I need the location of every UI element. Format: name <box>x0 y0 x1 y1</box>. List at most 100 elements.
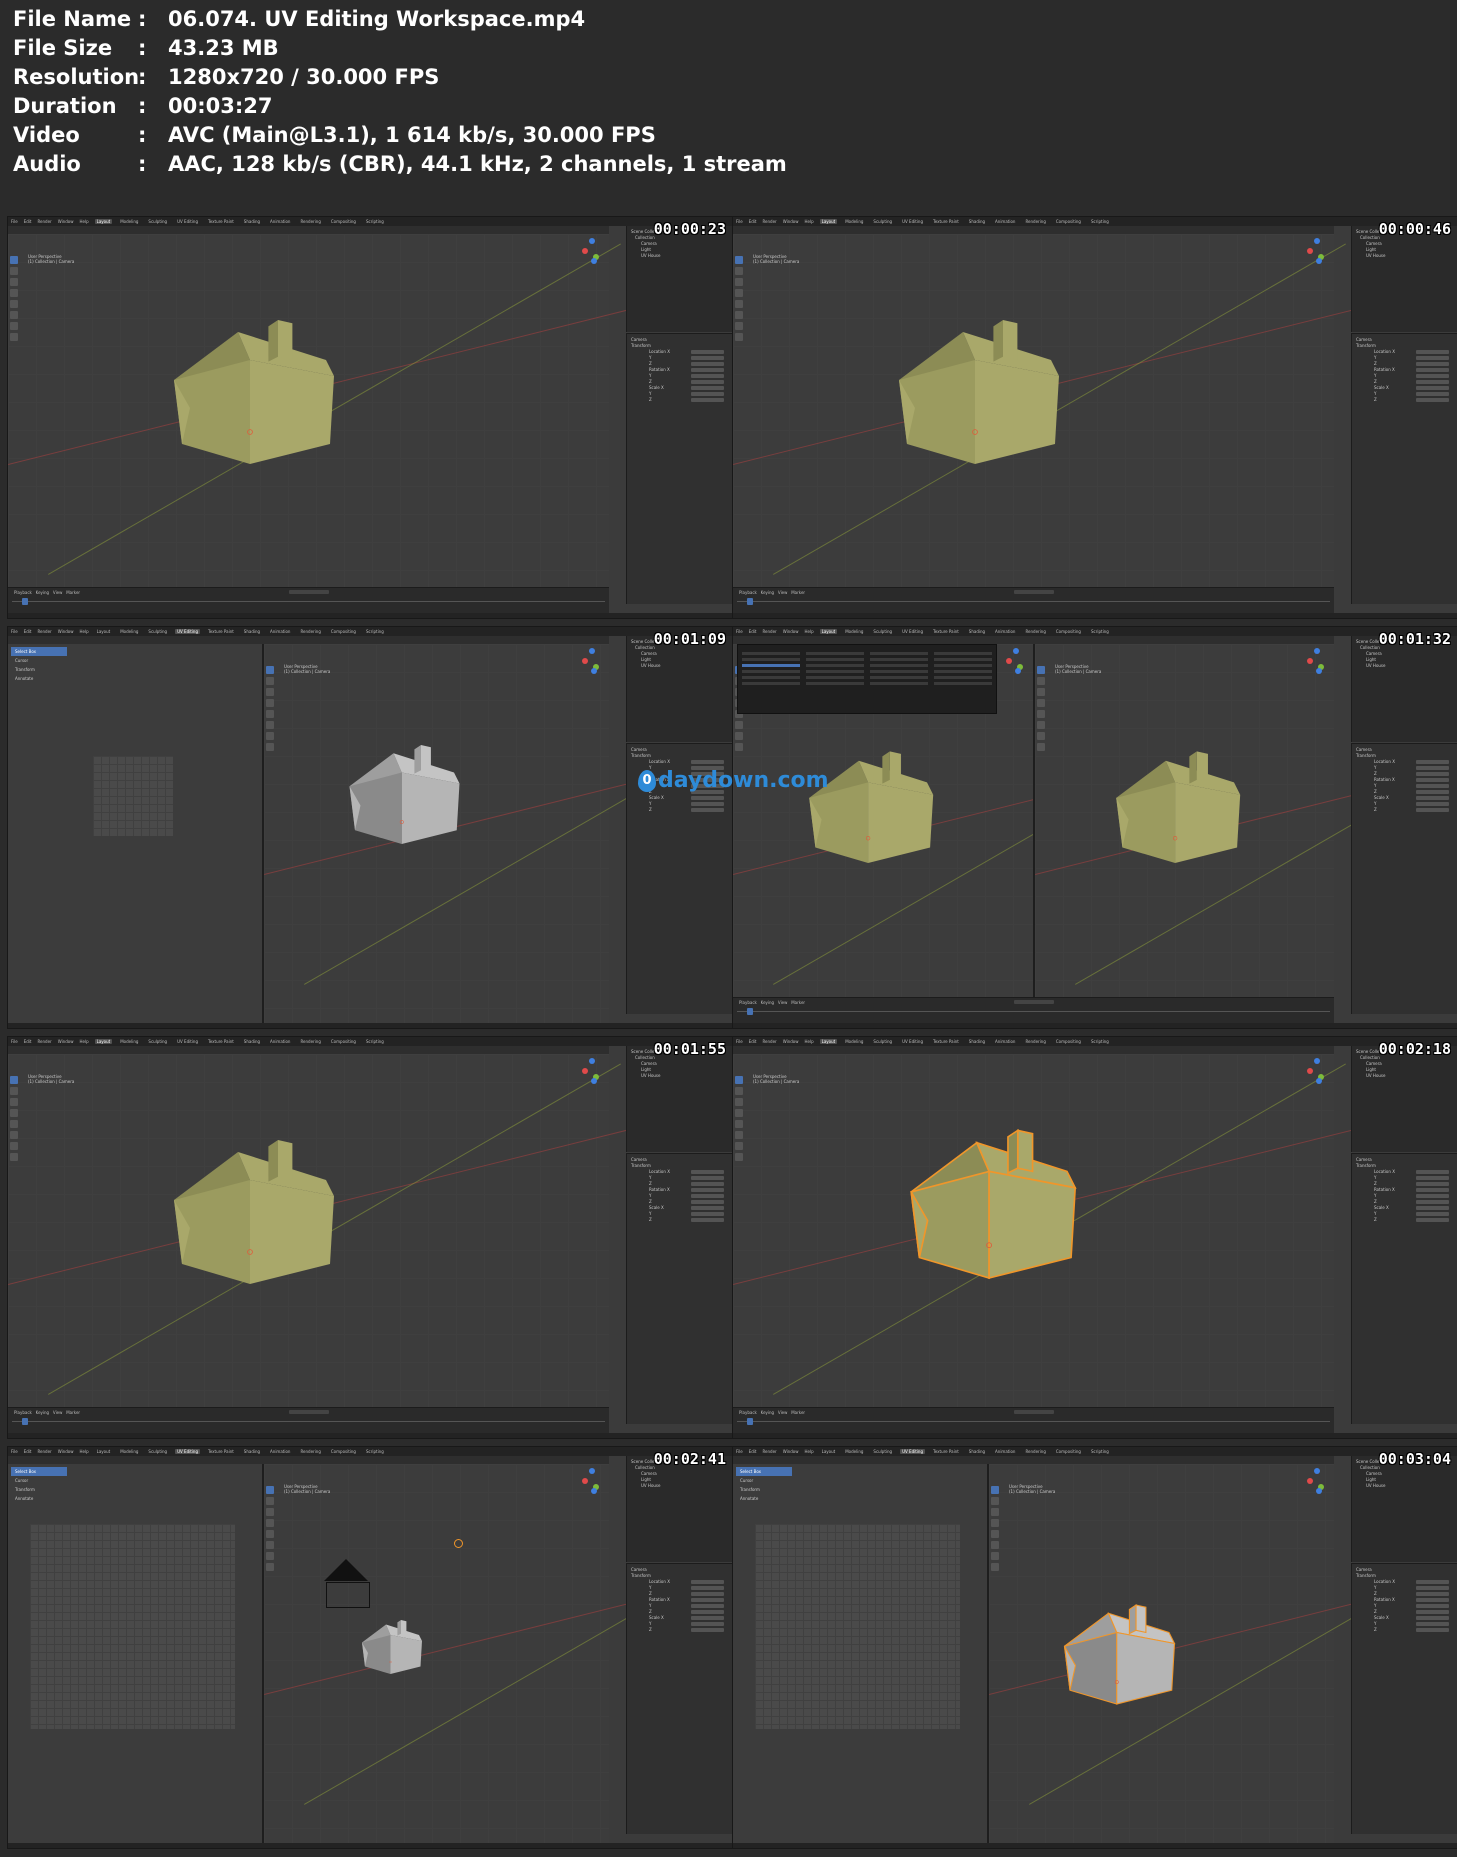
tab-sculpting[interactable]: Sculpting <box>871 219 894 224</box>
timeline-panel[interactable]: Playback Keying View Marker <box>733 1407 1334 1433</box>
tab-texture-paint[interactable]: Texture Paint <box>931 1449 961 1454</box>
dropdown-item[interactable] <box>806 676 864 679</box>
dropdown-item[interactable] <box>742 658 800 661</box>
property-value-field[interactable] <box>691 1616 724 1620</box>
outliner-item-uv-house[interactable]: UV House <box>1356 663 1453 669</box>
menu-file[interactable]: File <box>11 219 18 224</box>
outliner-item-uv-house[interactable]: UV House <box>631 1483 728 1489</box>
tab-texture-paint[interactable]: Texture Paint <box>206 219 236 224</box>
property-value-field[interactable] <box>691 350 724 354</box>
property-value-field[interactable] <box>691 796 724 800</box>
tab-modeling[interactable]: Modeling <box>118 1449 140 1454</box>
menu-file[interactable]: File <box>11 1449 18 1454</box>
tab-shading[interactable]: Shading <box>967 1449 987 1454</box>
tab-scripting[interactable]: Scripting <box>1089 1039 1111 1044</box>
dropdown-item[interactable] <box>870 682 928 685</box>
property-value-field[interactable] <box>1416 1182 1449 1186</box>
menu-help[interactable]: Help <box>79 1039 88 1044</box>
tab-layout[interactable]: Layout <box>94 219 113 224</box>
property-value-field[interactable] <box>691 374 724 378</box>
menu-window[interactable]: Window <box>783 1039 799 1044</box>
tool-icon[interactable] <box>735 1076 743 1084</box>
outliner-panel[interactable]: Scene Collection Collection Camera Light UV … <box>626 226 732 332</box>
tool-icon[interactable] <box>266 699 274 707</box>
tab-compositing[interactable]: Compositing <box>1054 629 1083 634</box>
property-value-field[interactable] <box>691 1610 724 1614</box>
menu-help[interactable]: Help <box>804 1449 813 1454</box>
navigation-gizmo-icon[interactable] <box>579 1468 605 1494</box>
tab-texture-paint[interactable]: Texture Paint <box>931 1039 961 1044</box>
house-model[interactable] <box>891 304 1067 480</box>
tool-icon[interactable] <box>1037 710 1045 718</box>
property-value-field[interactable] <box>1416 802 1449 806</box>
tab-modeling[interactable]: Modeling <box>843 1449 865 1454</box>
tab-rendering[interactable]: Rendering <box>1023 629 1047 634</box>
tool-icon[interactable] <box>991 1563 999 1571</box>
tool-icon[interactable] <box>266 1497 274 1505</box>
house-model[interactable] <box>803 739 939 875</box>
tab-modeling[interactable]: Modeling <box>118 219 140 224</box>
tool-icon[interactable] <box>735 267 743 275</box>
property-value-field[interactable] <box>691 380 724 384</box>
menu-window[interactable]: Window <box>58 629 74 634</box>
dropdown-item[interactable] <box>806 658 864 661</box>
menu-render[interactable]: Render <box>762 629 776 634</box>
property-value-field[interactable] <box>691 808 724 812</box>
tab-rendering[interactable]: Rendering <box>1023 219 1047 224</box>
tool-icon[interactable] <box>266 732 274 740</box>
dropdown-item[interactable] <box>934 652 992 655</box>
property-value-field[interactable] <box>1416 772 1449 776</box>
property-value-field[interactable] <box>691 1592 724 1596</box>
menu-window[interactable]: Window <box>58 1449 74 1454</box>
house-model[interactable] <box>166 304 342 480</box>
viewport-3d[interactable]: User Perspective (1) Collection | Camera <box>733 234 1457 591</box>
property-value-field[interactable] <box>1416 1206 1449 1210</box>
tab-layout[interactable]: Layout <box>95 1449 113 1454</box>
property-value-field[interactable] <box>1416 1170 1449 1174</box>
viewport-3d[interactable]: User Perspective (1) Collection | Camera <box>8 234 732 591</box>
tool-icon[interactable] <box>735 289 743 297</box>
properties-panel[interactable]: CameraTransformLocation XYZRotation XYZS… <box>1351 333 1457 604</box>
tab-scripting[interactable]: Scripting <box>1089 629 1111 634</box>
tool-icon[interactable] <box>1037 721 1045 729</box>
tool-icon[interactable] <box>10 300 18 308</box>
tool-icon[interactable] <box>735 1087 743 1095</box>
property-value-field[interactable] <box>1416 380 1449 384</box>
tool-icon[interactable] <box>991 1552 999 1560</box>
property-value-field[interactable] <box>1416 1616 1449 1620</box>
tab-compositing[interactable]: Compositing <box>329 219 358 224</box>
uv-editor-panel[interactable]: Select Box Cursor Transform Annotate <box>733 1464 989 1843</box>
tab-rendering[interactable]: Rendering <box>1023 1039 1047 1044</box>
uv-tool-annotate[interactable]: Annotate <box>11 1494 67 1503</box>
tool-icon[interactable] <box>266 721 274 729</box>
property-value-field[interactable] <box>691 1212 724 1216</box>
tab-sculpting[interactable]: Sculpting <box>871 629 894 634</box>
menu-window[interactable]: Window <box>783 1449 799 1454</box>
tab-compositing[interactable]: Compositing <box>329 1449 358 1454</box>
property-value-field[interactable] <box>1416 362 1449 366</box>
property-value-field[interactable] <box>1416 392 1449 396</box>
tool-icon[interactable] <box>735 278 743 286</box>
tool-icon[interactable] <box>10 1098 18 1106</box>
property-value-field[interactable] <box>691 1206 724 1210</box>
property-value-field[interactable] <box>1416 1628 1449 1632</box>
tool-icon[interactable] <box>735 322 743 330</box>
property-value-field[interactable] <box>1416 796 1449 800</box>
property-value-field[interactable] <box>691 802 724 806</box>
navigation-gizmo-icon[interactable] <box>1003 648 1029 674</box>
tab-modeling[interactable]: Modeling <box>843 1039 865 1044</box>
tab-uv-editing[interactable]: UV Editing <box>175 219 200 224</box>
tab-uv-editing[interactable]: UV Editing <box>175 1449 200 1454</box>
property-value-field[interactable] <box>691 1200 724 1204</box>
property-value-field[interactable] <box>1416 356 1449 360</box>
tab-uv-editing[interactable]: UV Editing <box>175 1039 200 1044</box>
tool-icon[interactable] <box>10 1120 18 1128</box>
playhead[interactable] <box>747 1008 753 1015</box>
dropdown-item[interactable] <box>806 682 864 685</box>
tab-shading[interactable]: Shading <box>967 629 987 634</box>
menu-edit[interactable]: Edit <box>24 1449 32 1454</box>
tab-rendering[interactable]: Rendering <box>298 629 322 634</box>
uv-tool-select-box[interactable]: Select Box <box>11 1467 67 1476</box>
property-value-field[interactable] <box>1416 1586 1449 1590</box>
uv-image-grid[interactable] <box>755 1524 960 1729</box>
